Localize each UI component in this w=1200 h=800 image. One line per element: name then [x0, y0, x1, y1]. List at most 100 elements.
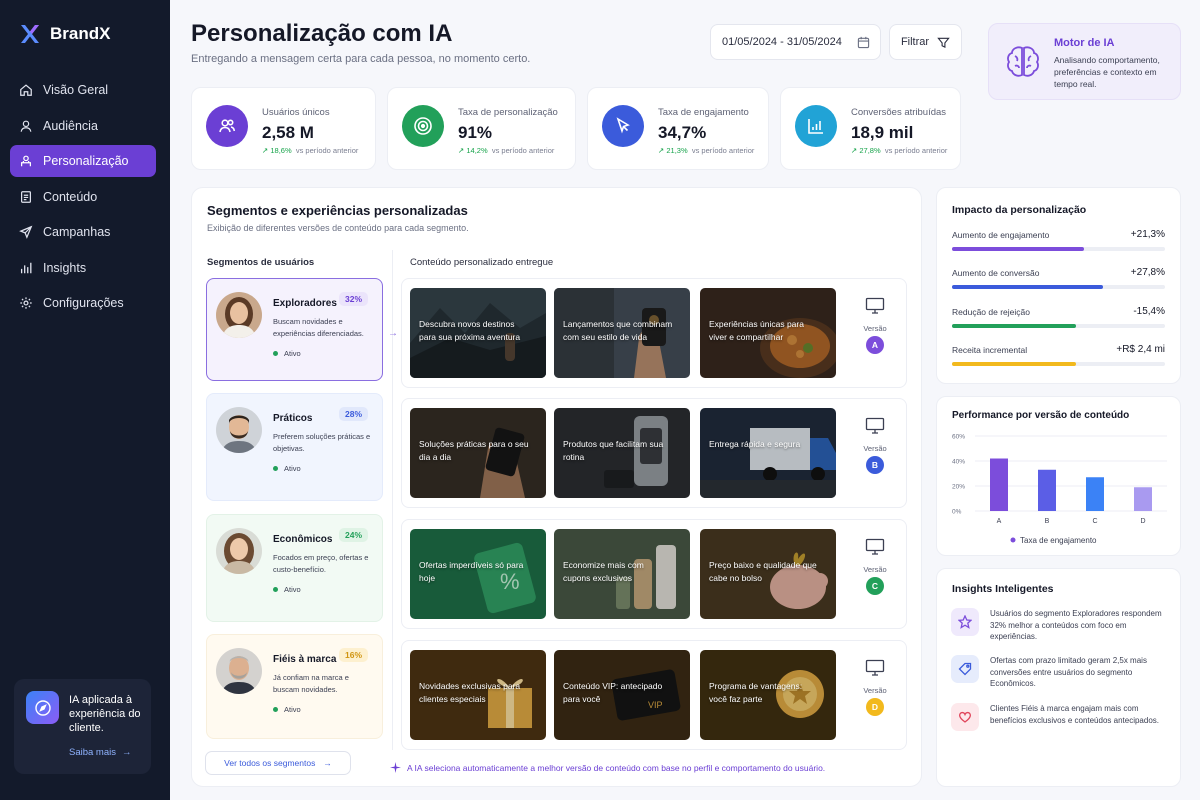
content-tile[interactable]: Produtos que facilitam sua rotina [554, 408, 690, 498]
kpi-label: Taxa de personalização [458, 107, 558, 118]
ai-footnote: A IA seleciona automaticamente a melhor … [390, 762, 825, 773]
content-tile[interactable]: Programa de vantagens: você faz parte [700, 650, 836, 740]
version-label: Versão [863, 565, 887, 574]
version-indicator: Versão C [858, 538, 892, 595]
version-label: Versão [863, 444, 887, 453]
kpi-value: 18,9 mil [851, 123, 914, 142]
tile-caption: Novidades exclusivas para clientes espec… [419, 681, 521, 704]
segment-description: Preferem soluções práticas e objetivas. [273, 432, 371, 453]
segment-share-badge: 16% [338, 648, 368, 662]
content-tile[interactable]: Preço baixo e qualidade que cabe no bols… [700, 529, 836, 619]
content-tile[interactable]: Novidades exclusivas para clientes espec… [410, 650, 546, 740]
insights-card: Insights Inteligentes Usuários do segmen… [936, 568, 1181, 787]
sidebar-item-configuracoes[interactable]: Configurações [10, 287, 156, 319]
sidebar-item-personalizacao[interactable]: Personalização [10, 145, 156, 177]
legend-swatch [1010, 537, 1016, 543]
brand-logo[interactable]: BrandX [18, 22, 110, 46]
segment-card-economicos[interactable]: Econômicos 24% Focados em preço, ofertas… [206, 514, 383, 622]
segment-card-praticos[interactable]: Práticos 28% Preferem soluções práticas … [206, 393, 383, 501]
promo-link[interactable]: Saiba mais → [69, 747, 132, 758]
sidebar-item-label: Configurações [43, 296, 124, 310]
segment-card-exploradores[interactable]: Exploradores 32% Buscam novidades e expe… [206, 278, 383, 381]
sidebar-nav: Visão Geral Audiência Personalização Con… [10, 74, 156, 323]
target-icon [402, 105, 444, 147]
ai-engine-description: Analisando comportamento, preferências e… [1054, 55, 1160, 89]
kpi-label: Taxa de engajamento [658, 107, 749, 118]
segment-name: Práticos [273, 413, 313, 424]
impact-card: Impacto da personalização Aumento de eng… [936, 187, 1181, 384]
content-row-b: Soluções práticas para o seu dia a dia P… [401, 398, 907, 508]
performance-title: Performance por versão de conteúdo [952, 410, 1130, 421]
bar-d [1134, 487, 1152, 511]
sidebar-item-audiencia[interactable]: Audiência [10, 110, 156, 142]
version-badge: B [866, 456, 884, 474]
version-indicator: Versão A [858, 297, 892, 354]
page-subtitle: Entregando a mensagem certa para cada pe… [191, 53, 531, 65]
version-badge: A [866, 336, 884, 354]
kpi-value: 34,7% [658, 123, 707, 142]
view-all-segments-button[interactable]: Ver todos os segmentos → [205, 751, 351, 775]
bar-b [1038, 469, 1056, 511]
home-icon [20, 84, 32, 96]
kpi-label: Conversões atribuídas [851, 107, 947, 118]
content-row-d: Novidades exclusivas para clientes espec… [401, 640, 907, 750]
filter-button[interactable]: Filtrar [889, 24, 962, 60]
version-indicator: Versão D [858, 659, 892, 716]
progress-track [952, 247, 1165, 251]
segment-share-badge: 32% [338, 292, 368, 306]
metric-value: +27,8% [1130, 267, 1165, 278]
page-title: Personalização com IA [191, 20, 453, 47]
version-label: Versão [863, 686, 887, 695]
bar-c [1086, 477, 1104, 511]
arrow-right-icon: → [388, 328, 398, 339]
content-tile[interactable]: % Ofertas imperdíveis só para hoje [410, 529, 546, 619]
impact-title: Impacto da personalização [952, 204, 1087, 216]
tile-caption: Descubra novos destinos para sua próxima… [419, 319, 521, 342]
kpi-value: 2,58 M [262, 123, 314, 142]
content-tile[interactable]: Lançamentos que combinam com seu estilo … [554, 288, 690, 378]
personalize-icon [21, 155, 31, 167]
version-badge: D [866, 698, 884, 716]
segment-description: Focados em preço, ofertas e custo-benefí… [273, 553, 369, 574]
segments-title: Segmentos e experiências personalizadas [207, 203, 468, 218]
sidebar-item-label: Insights [43, 260, 87, 275]
heart-icon [951, 703, 979, 731]
monitor-icon [865, 297, 885, 314]
content-tile[interactable]: Economize mais com cupons exclusivos [554, 529, 690, 619]
tile-caption: Entrega rápida e segura [709, 439, 801, 449]
ai-compass-icon [26, 691, 59, 724]
kpi-card-usuarios: Usuários únicos 2,58 M ↗ 18,6% vs períod… [191, 87, 376, 170]
performance-bar-chart: 0% 20% 40% 60% A B C D Taxa de engajamento [952, 434, 1167, 545]
version-badge: C [866, 577, 884, 595]
kpi-delta: ↗ 18,6% vs período anterior [262, 146, 359, 155]
avatar [216, 648, 262, 694]
growth-chart-icon [795, 105, 837, 147]
calendar-icon [857, 36, 870, 48]
filter-icon [937, 37, 950, 48]
segment-card-fieis-a-marca[interactable]: Fiéis à marca 16% Já confiam na marca e … [206, 634, 383, 739]
sidebar-item-visao-geral[interactable]: Visão Geral [10, 74, 156, 106]
metric-value: +21,3% [1130, 229, 1165, 240]
content-tile[interactable]: Soluções práticas para o seu dia a dia [410, 408, 546, 498]
impact-metric: Redução de rejeição -15,4% [952, 306, 1165, 328]
sidebar-item-campanhas[interactable]: Campanhas [10, 216, 156, 248]
bar-chart-icon [20, 262, 32, 273]
document-icon [21, 190, 31, 203]
y-tick-label: 20% [952, 484, 965, 491]
gear-icon [20, 297, 32, 309]
ai-engine-card: Motor de IA Analisando comportamento, pr… [988, 23, 1181, 100]
content-tile[interactable]: VIP Conteúdo VIP: antecipado para você [554, 650, 690, 740]
kpi-delta: ↗ 21,3% vs período anterior [658, 146, 755, 155]
sidebar-item-insights[interactable]: Insights [10, 252, 156, 284]
tile-caption: Ofertas imperdíveis só para hoje [419, 560, 524, 583]
date-range-picker[interactable]: 01/05/2024 - 31/05/2024 [710, 24, 881, 60]
content-tile[interactable]: Entrega rápida e segura [700, 408, 836, 498]
content-tile[interactable]: Experiências únicas para viver e compart… [700, 288, 836, 378]
tile-caption: Economize mais com cupons exclusivos [563, 560, 644, 583]
send-icon [19, 225, 33, 239]
y-tick-label: 0% [952, 509, 962, 516]
cursor-icon [602, 105, 644, 147]
content-tile[interactable]: Descubra novos destinos para sua próxima… [410, 288, 546, 378]
sidebar-item-conteudo[interactable]: Conteúdo [10, 181, 156, 213]
impact-metric: Aumento de engajamento +21,3% [952, 229, 1165, 251]
